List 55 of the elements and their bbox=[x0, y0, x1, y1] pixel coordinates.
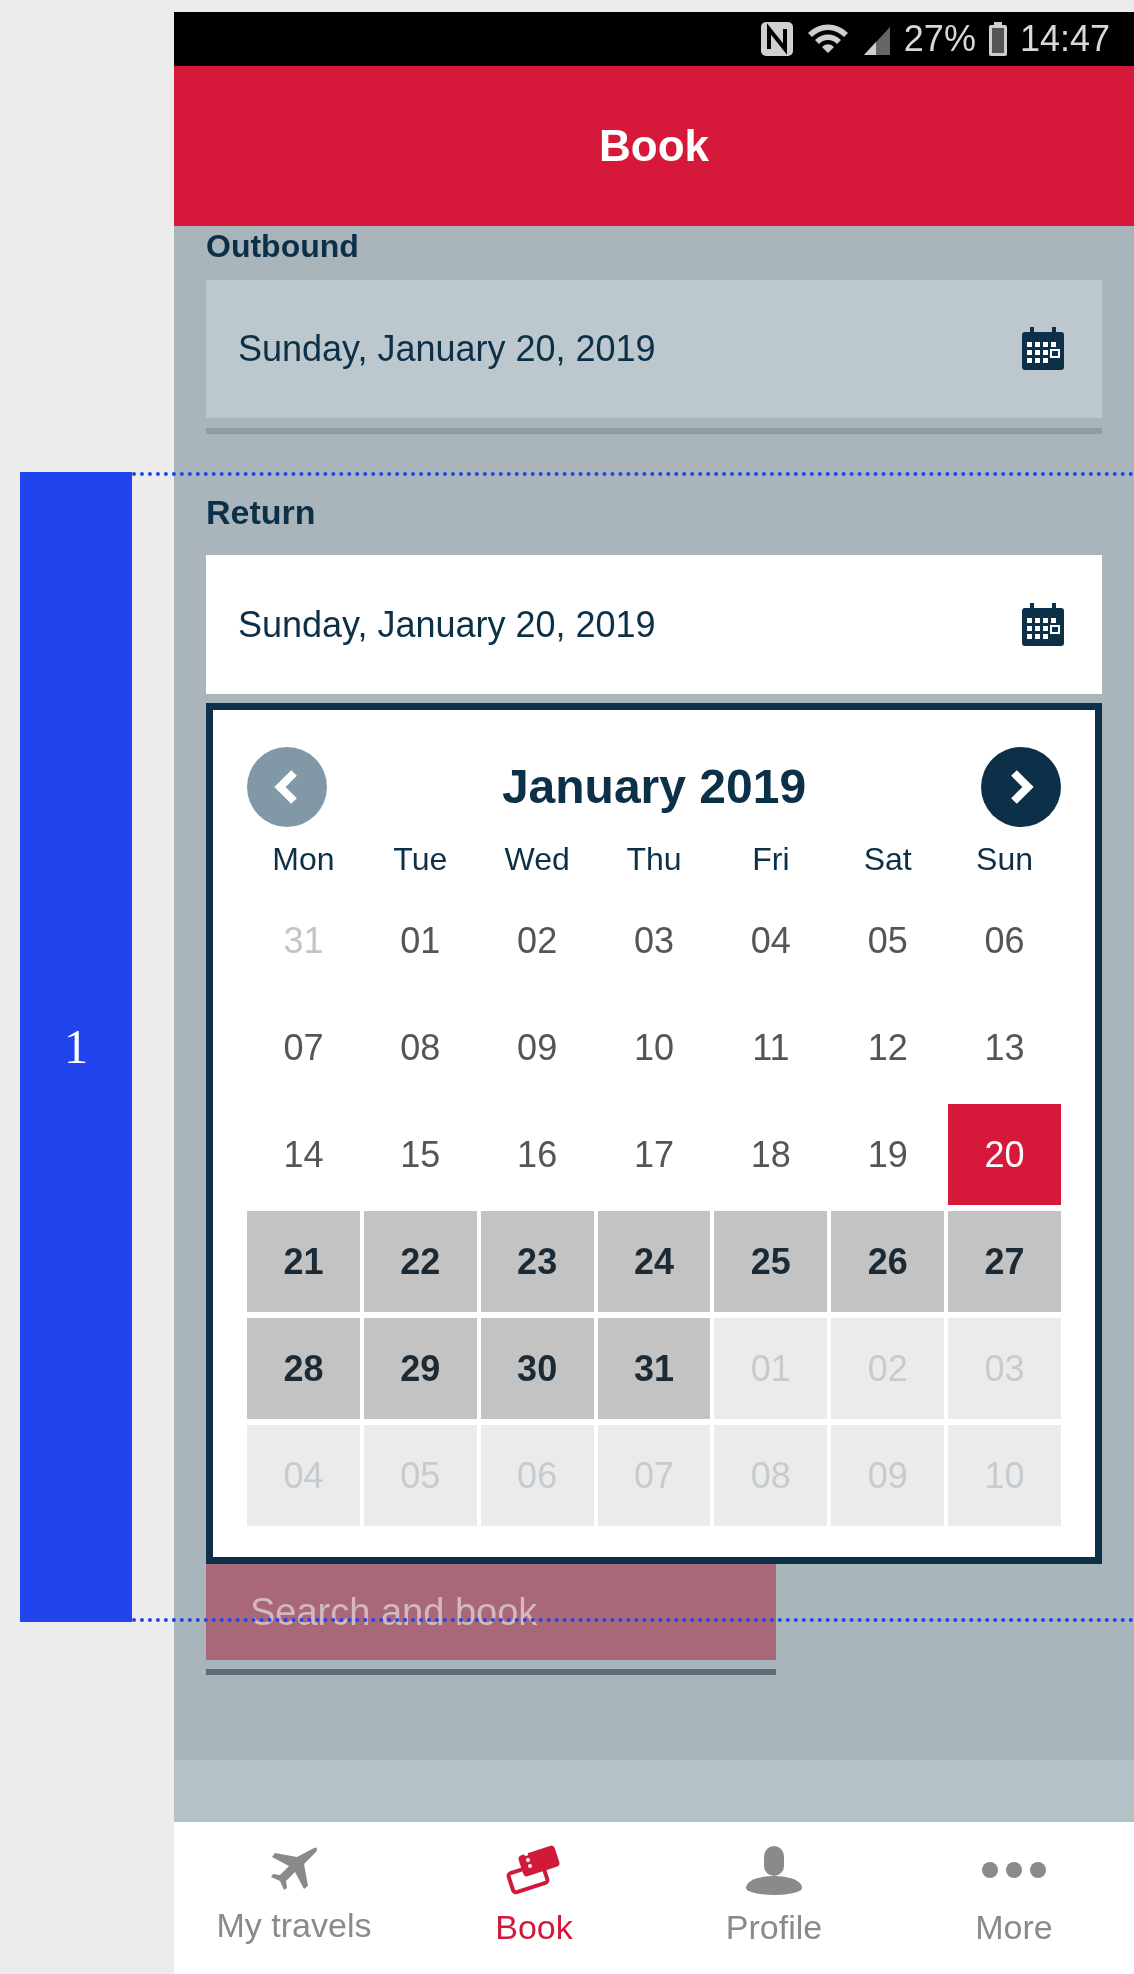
calendar-day[interactable]: 25 bbox=[714, 1211, 828, 1312]
annotation-marker: 1 bbox=[20, 472, 132, 1622]
weekday-label: Thu bbox=[625, 839, 683, 879]
calendar-day[interactable]: 12 bbox=[831, 997, 945, 1098]
weekday-label: Sun bbox=[975, 839, 1035, 879]
weekday-label: Wed bbox=[503, 839, 571, 879]
calendar-day[interactable]: 07 bbox=[247, 997, 360, 1098]
date-field[interactable]: Sunday, January 20, 2019 bbox=[206, 280, 1102, 418]
section-label: Return bbox=[206, 492, 317, 532]
nav-tab[interactable]: Book bbox=[414, 1822, 654, 1974]
date-field[interactable]: Sunday, January 20, 2019 bbox=[206, 555, 1102, 694]
weekday-label: Fri bbox=[751, 839, 791, 879]
calendar-day[interactable]: 04 bbox=[714, 890, 828, 991]
calendar-day[interactable]: 18 bbox=[714, 1104, 828, 1205]
calendar-day[interactable]: 01 bbox=[363, 890, 477, 991]
weekday-label: Tue bbox=[392, 839, 449, 879]
calendar-day[interactable]: 20 bbox=[948, 1104, 1061, 1205]
calendar-day[interactable]: 02 bbox=[480, 890, 594, 991]
calendar-day[interactable]: 30 bbox=[480, 1318, 594, 1419]
person-icon bbox=[744, 1844, 804, 1896]
calendar-day[interactable]: 24 bbox=[597, 1211, 711, 1312]
calendar-day[interactable]: 06 bbox=[948, 890, 1061, 991]
calendar-day[interactable]: 14 bbox=[247, 1104, 360, 1205]
page-title: Book bbox=[599, 120, 709, 172]
calendar-icon[interactable] bbox=[1020, 326, 1066, 372]
calendar-day[interactable]: 21 bbox=[247, 1211, 360, 1312]
calendar-day[interactable]: 05 bbox=[831, 890, 945, 991]
calendar-day[interactable]: 16 bbox=[480, 1104, 594, 1205]
calendar-day[interactable]: 22 bbox=[363, 1211, 477, 1312]
calendar-day: 31 bbox=[247, 890, 360, 991]
calendar-day[interactable]: 13 bbox=[948, 997, 1061, 1098]
calendar-day[interactable]: 29 bbox=[363, 1318, 477, 1419]
section-label: Outbound bbox=[206, 228, 359, 264]
month-title: January 2019 bbox=[501, 759, 807, 815]
calendar-day[interactable]: 17 bbox=[597, 1104, 711, 1205]
battery-icon bbox=[987, 21, 1008, 57]
calendar-day[interactable]: 23 bbox=[480, 1211, 594, 1312]
clock: 14:47 bbox=[1019, 17, 1110, 61]
calendar-day[interactable]: 11 bbox=[714, 997, 828, 1098]
calendar-day[interactable]: 09 bbox=[480, 997, 594, 1098]
weekday-label: Mon bbox=[271, 839, 336, 879]
calendar-day[interactable]: 08 bbox=[363, 997, 477, 1098]
calendar-day[interactable]: 26 bbox=[831, 1211, 945, 1312]
tickets-icon bbox=[506, 1844, 562, 1896]
calendar-day[interactable]: 31 bbox=[597, 1318, 711, 1419]
calendar-day[interactable]: 10 bbox=[597, 997, 711, 1098]
calendar-day[interactable]: 03 bbox=[597, 890, 711, 991]
weekday-label: Sat bbox=[862, 839, 913, 879]
calendar-day[interactable]: 27 bbox=[948, 1211, 1061, 1312]
calendar-day[interactable]: 28 bbox=[247, 1318, 360, 1419]
calendar-day[interactable]: 15 bbox=[363, 1104, 477, 1205]
calendar-day[interactable]: 19 bbox=[831, 1104, 945, 1205]
calendar-icon[interactable] bbox=[1020, 601, 1066, 648]
nfc-icon bbox=[759, 21, 794, 57]
battery-percent: 27% bbox=[903, 17, 976, 61]
